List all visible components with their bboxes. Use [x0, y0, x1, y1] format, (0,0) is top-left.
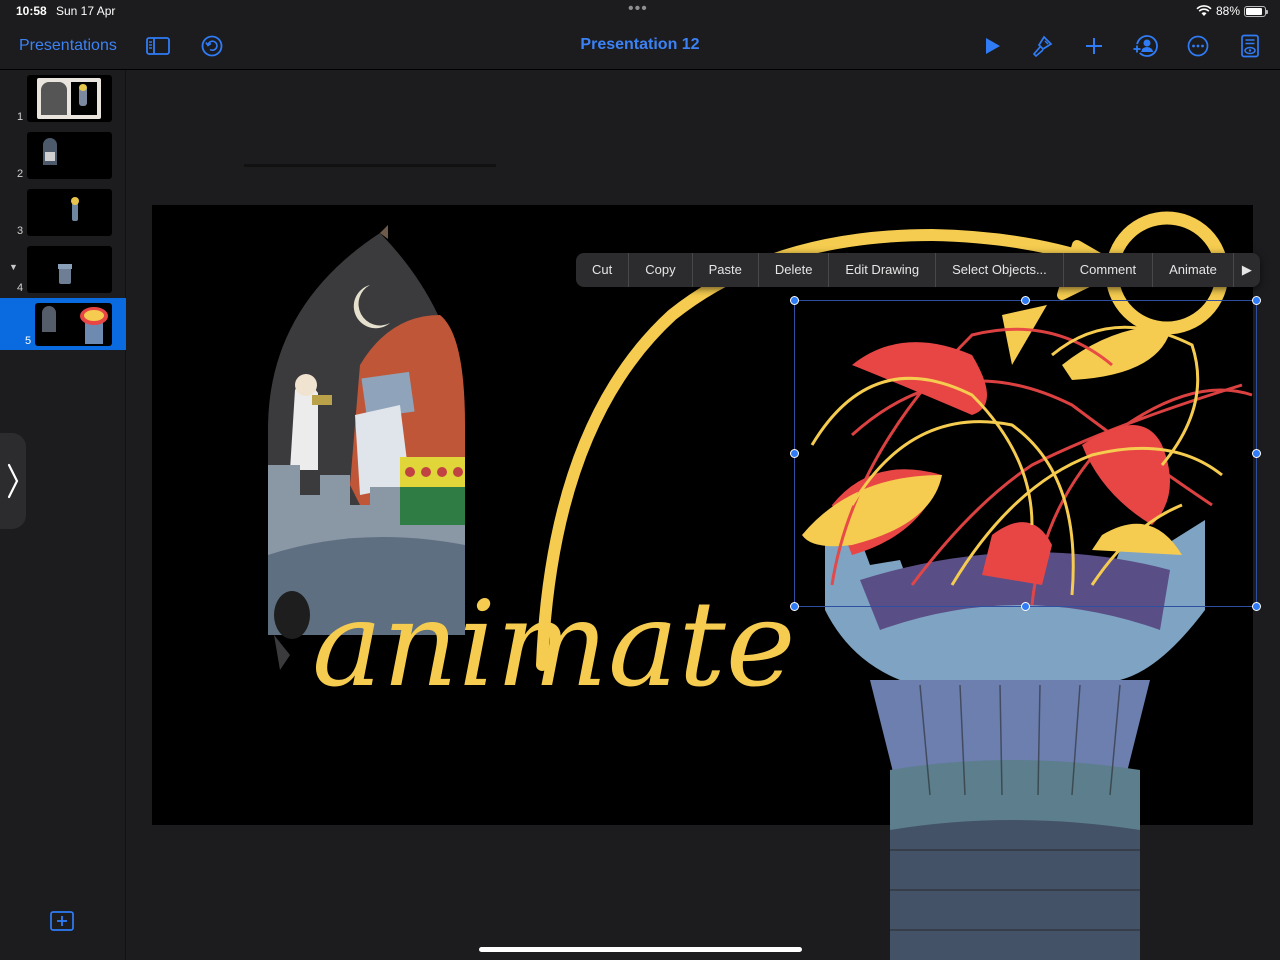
resize-handle[interactable] — [1021, 602, 1030, 611]
battery-level — [1246, 7, 1262, 15]
slide-number: 4 — [17, 282, 24, 294]
collapse-group-icon[interactable]: ▼ — [9, 262, 18, 272]
multitasking-dots-icon[interactable]: ••• — [628, 0, 648, 18]
handwritten-text[interactable]: animate — [312, 585, 796, 703]
presenter-notes-icon[interactable] — [1238, 33, 1262, 59]
battery-icon — [1244, 5, 1268, 17]
resize-handle[interactable] — [1252, 602, 1261, 611]
canvas-divider — [244, 164, 496, 167]
slide-number: 3 — [17, 225, 24, 237]
chevron-right-icon — [7, 463, 19, 499]
play-icon[interactable] — [980, 34, 1004, 58]
add-icon[interactable] — [1082, 34, 1106, 58]
slide-thumbnail-2[interactable] — [27, 132, 112, 179]
select-objects-menu-item[interactable]: Select Objects... — [936, 253, 1064, 287]
slide-number: 1 — [17, 111, 24, 123]
resize-handle[interactable] — [790, 296, 799, 305]
slide-thumbnail-4[interactable] — [27, 246, 112, 293]
slide-number: 2 — [17, 168, 24, 180]
context-menu: Cut Copy Paste Delete Edit Drawing Selec… — [576, 253, 1260, 287]
slide-thumbnail-1[interactable] — [27, 75, 112, 122]
paste-menu-item[interactable]: Paste — [693, 253, 759, 287]
add-slide-icon[interactable] — [50, 911, 74, 931]
cut-menu-item[interactable]: Cut — [576, 253, 630, 287]
comment-menu-item[interactable]: Comment — [1064, 253, 1154, 287]
wifi-icon — [1196, 5, 1212, 16]
delete-menu-item[interactable]: Delete — [759, 253, 830, 287]
format-brush-icon[interactable] — [1029, 33, 1055, 59]
selection-box[interactable] — [794, 300, 1257, 607]
animate-menu-item[interactable]: Animate — [1153, 253, 1234, 287]
more-icon[interactable] — [1186, 34, 1210, 58]
copy-menu-item[interactable]: Copy — [629, 253, 693, 287]
resize-handle[interactable] — [1021, 296, 1030, 305]
resize-handle[interactable] — [790, 449, 799, 458]
resize-handle[interactable] — [1252, 296, 1261, 305]
status-right: 88% — [1196, 4, 1268, 18]
presentations-back-button[interactable]: Presentations — [19, 37, 117, 55]
resize-handle[interactable] — [1252, 449, 1261, 458]
slide-thumbnail-5[interactable] — [35, 303, 112, 346]
sidebar-expand-tab[interactable] — [0, 433, 26, 529]
status-date: Sun 17 Apr — [56, 4, 116, 18]
collaborate-icon[interactable] — [1131, 33, 1159, 59]
sidebar-icon[interactable] — [145, 35, 171, 57]
edit-drawing-menu-item[interactable]: Edit Drawing — [829, 253, 937, 287]
presentation-title[interactable]: Presentation 12 — [440, 36, 840, 54]
status-time: 10:58 — [16, 4, 47, 18]
resize-handle[interactable] — [790, 602, 799, 611]
more-menu-arrow-icon[interactable]: ▶ — [1234, 253, 1260, 287]
battery-percent: 88% — [1215, 4, 1240, 18]
slide-thumbnail-3[interactable] — [27, 189, 112, 236]
slide-number: 5 — [25, 335, 32, 347]
home-indicator[interactable] — [479, 947, 802, 952]
undo-icon[interactable] — [200, 34, 224, 58]
